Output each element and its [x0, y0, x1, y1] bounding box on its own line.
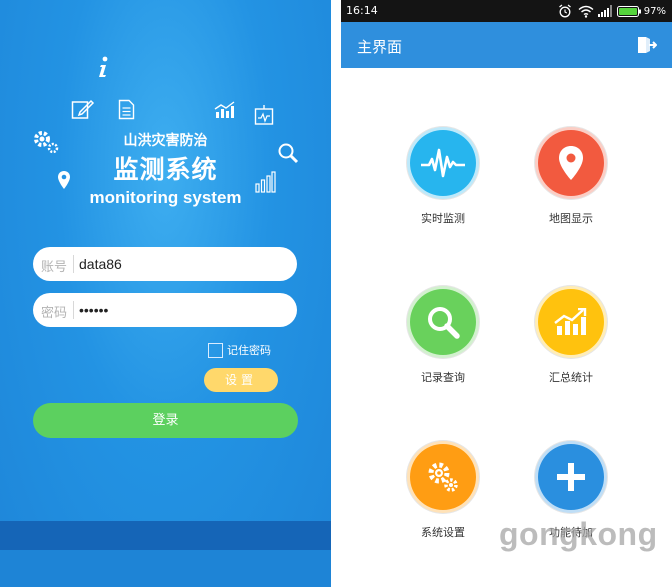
wifi-icon	[578, 5, 594, 18]
login-button[interactable]: 登录	[33, 403, 298, 438]
battery-icon	[616, 5, 641, 17]
pulse-icon	[421, 148, 465, 178]
footer-band	[0, 521, 331, 550]
field-divider	[73, 255, 74, 273]
alarm-icon	[558, 4, 571, 18]
tile-circle[interactable]	[407, 127, 479, 199]
edit-icon	[71, 99, 95, 119]
account-field[interactable]: 账号	[33, 247, 297, 281]
tile-circle[interactable]	[535, 441, 607, 513]
tile-realtime-monitoring[interactable]: 实时监测	[393, 127, 493, 226]
settings-button[interactable]: 设置	[204, 368, 278, 392]
footer-background	[0, 550, 331, 587]
tile-label: 地图显示	[549, 212, 593, 225]
trend-chart-icon	[214, 101, 235, 118]
battery-percent: 97%	[643, 5, 666, 17]
remember-password[interactable]: 记住密码	[208, 342, 271, 358]
status-time: 16:14	[346, 4, 378, 17]
page-title: 主界面	[357, 38, 403, 56]
tile-label: 系统设置	[421, 526, 465, 539]
document-icon	[118, 99, 135, 120]
tile-record-query[interactable]: 记录查询	[393, 286, 493, 385]
monitor-icon	[254, 105, 274, 125]
tile-label: 汇总统计	[549, 371, 593, 384]
field-divider	[73, 301, 74, 319]
gears-icon	[428, 462, 458, 492]
password-label: 密码	[41, 306, 68, 321]
tile-label: 实时监测	[421, 212, 465, 225]
logout-icon[interactable]	[637, 36, 657, 54]
account-input[interactable]	[79, 252, 289, 276]
app-bar: 主界面	[341, 22, 672, 68]
map-pin-icon	[559, 146, 583, 180]
app-title: 监测系统	[113, 155, 218, 184]
app-subtitle: 山洪灾害防治	[123, 133, 208, 149]
login-screen: 山洪灾害防治 监测系统 monitoring system 账号 密码 记住密码…	[0, 0, 331, 587]
tile-summary-statistics[interactable]: 汇总统计	[521, 286, 621, 385]
chart-icon	[554, 308, 587, 335]
signal-icon	[597, 5, 612, 17]
remember-label: 记住密码	[227, 344, 271, 357]
status-bar: 16:14 97%	[341, 0, 672, 22]
main-screen: 16:14 97% 主界面 实时监测 地图显示 记录查询 汇总统计 系统设置 功…	[341, 0, 672, 587]
tile-map-display[interactable]: 地图显示	[521, 127, 621, 226]
tile-circle[interactable]	[407, 286, 479, 358]
account-label: 账号	[41, 260, 68, 275]
password-input[interactable]	[79, 298, 289, 322]
app-title-en: monitoring system	[89, 188, 242, 207]
password-field[interactable]: 密码	[33, 293, 297, 327]
remember-checkbox[interactable]	[208, 342, 223, 358]
tile-system-settings[interactable]: 系统设置	[393, 441, 493, 540]
tile-circle[interactable]	[535, 127, 607, 199]
info-icon	[99, 56, 108, 77]
tile-circle[interactable]	[407, 441, 479, 513]
tile-label: 记录查询	[421, 371, 465, 384]
watermark: gongkong	[499, 516, 658, 552]
plus-icon	[557, 463, 585, 491]
search-icon	[428, 307, 460, 339]
tile-circle[interactable]	[535, 286, 607, 358]
